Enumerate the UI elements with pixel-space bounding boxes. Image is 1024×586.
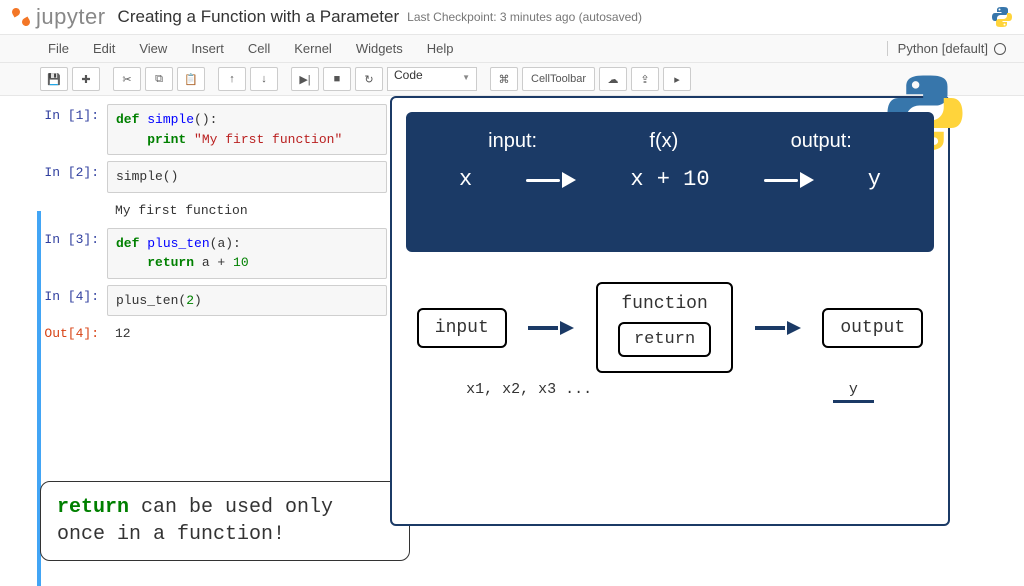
menubar: File Edit View Insert Cell Kernel Widget… [0,35,1024,63]
header: jupyter Creating a Function with a Param… [0,0,1024,35]
notebook-area: In [1]: def simple(): print "My first fu… [0,96,1024,359]
notebook-title[interactable]: Creating a Function with a Parameter [118,7,400,27]
celltoolbar-button[interactable]: CellToolbar [522,67,595,91]
open-button[interactable]: ⇪ [631,67,659,91]
in-prompt: In [4]: [12,285,107,317]
x-list: x1, x2, x3 ... [466,381,592,403]
menu-cell[interactable]: Cell [240,35,286,62]
restart-button[interactable]: ↻ [355,67,383,91]
menu-file[interactable]: File [40,35,85,62]
paste-button[interactable]: 📋 [177,67,205,91]
menu-help[interactable]: Help [419,35,470,62]
value-expr: x + 10 [630,167,709,192]
checkpoint-text: Last Checkpoint: 3 minutes ago (autosave… [407,10,642,24]
arrow-icon [764,172,814,188]
cloud-download-icon[interactable]: ☁ [599,67,627,91]
out-spacer [12,199,107,222]
function-io-panel: input: f(x) output: x x + 10 y [406,112,934,252]
menu-kernel[interactable]: Kernel [286,35,348,62]
cut-button[interactable]: ✂ [113,67,141,91]
value-y: y [868,167,881,192]
move-up-button[interactable]: ↑ [218,67,246,91]
run-button[interactable]: ▶| [291,67,319,91]
explainer-diagram: input: f(x) output: x x + 10 y input fun… [390,96,950,526]
command-palette-button[interactable]: ⌘ [490,67,518,91]
toolbar: 💾 ✚ ✂ ⧉ 📋 ↑ ↓ ▶| ■ ↻ Code ⌘ CellToolbar … [0,63,1024,96]
kernel-indicator: Python [default] [887,41,1012,56]
box-function: function return [596,282,733,373]
copy-button[interactable]: ⧉ [145,67,173,91]
out-prompt: Out[4]: [12,322,107,345]
in-prompt: In [2]: [12,161,107,193]
kernel-python-icon [990,5,1014,29]
save-button[interactable]: 💾 [40,67,68,91]
function-flow: input function return output [406,282,934,373]
code-input[interactable]: def plus_ten(a): return a + 10 [107,228,387,279]
callout-keyword: return [57,496,129,519]
kernel-name: Python [default] [898,41,988,56]
code-input[interactable]: simple() [107,161,387,193]
menu-insert[interactable]: Insert [183,35,240,62]
menu-widgets[interactable]: Widgets [348,35,419,62]
jupyter-brand: jupyter [36,4,106,30]
label-fx: f(x) [649,130,678,153]
slideshow-button[interactable]: ▸ [663,67,691,91]
y-output: y [833,381,874,403]
label-input: input: [488,130,537,153]
arrow-icon [755,321,801,335]
in-prompt: In [1]: [12,104,107,155]
menu-view[interactable]: View [131,35,183,62]
box-input: input [417,308,507,348]
code-input[interactable]: plus_ten(2) [107,285,387,317]
move-down-button[interactable]: ↓ [250,67,278,91]
arrow-icon [526,172,576,188]
box-output: output [822,308,923,348]
value-x: x [459,167,472,192]
menu-edit[interactable]: Edit [85,35,131,62]
box-return: return [618,322,711,357]
kernel-idle-icon [994,43,1006,55]
jupyter-icon [10,6,32,28]
in-prompt: In [3]: [12,228,107,279]
callout-note: return can be used only once in a functi… [40,481,410,561]
stop-button[interactable]: ■ [323,67,351,91]
label-output: output: [791,130,852,153]
jupyter-logo[interactable]: jupyter [10,4,106,30]
add-cell-button[interactable]: ✚ [72,67,100,91]
celltype-select[interactable]: Code [387,67,477,91]
code-input[interactable]: def simple(): print "My first function" [107,104,387,155]
box-function-label: function [618,294,711,314]
arrow-icon [528,321,574,335]
